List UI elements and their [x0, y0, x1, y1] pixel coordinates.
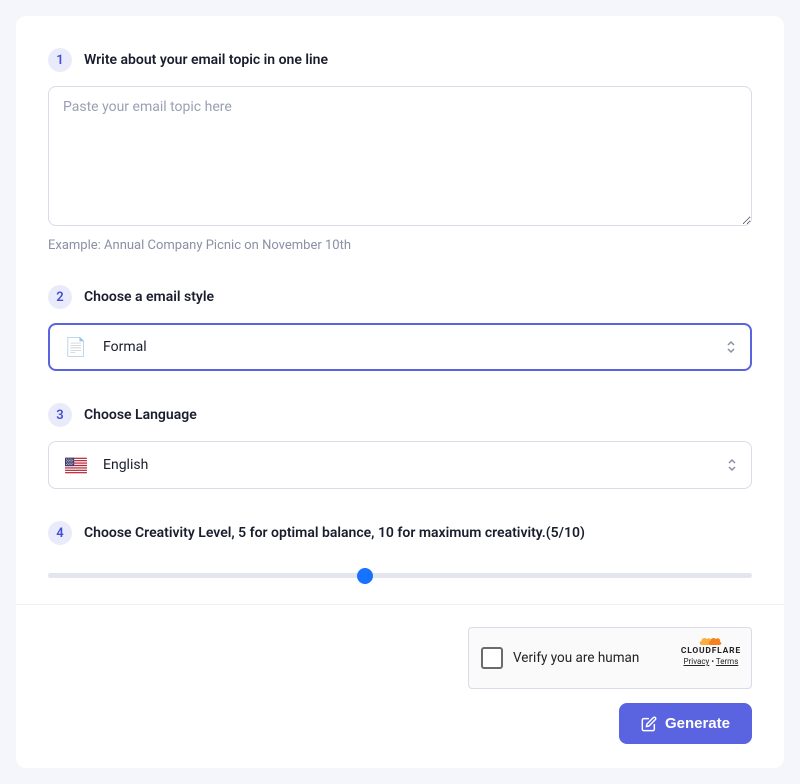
- language-select[interactable]: English: [48, 441, 752, 489]
- step-language: 3 Choose Language: [48, 403, 752, 489]
- captcha-links: Privacy • Terms: [681, 657, 741, 667]
- step-number-badge: 1: [48, 48, 72, 72]
- cloudflare-icon: [681, 636, 741, 645]
- chevron-up-down-icon: [727, 458, 737, 472]
- generate-button[interactable]: Generate: [619, 703, 752, 744]
- example-prefix: Example:: [48, 238, 104, 253]
- language-selected-value: English: [103, 457, 148, 473]
- form-card: 1 Write about your email topic in one li…: [16, 16, 784, 768]
- step-number-badge: 4: [48, 521, 72, 545]
- example-value: Annual Company Picnic on November 10th: [104, 238, 351, 253]
- cloudflare-name: CLOUDFLARE: [681, 646, 741, 656]
- form-footer: Verify you are human CLOUDFLARE Privacy …: [16, 604, 784, 768]
- step-number-badge: 3: [48, 403, 72, 427]
- chevron-up-down-icon: [726, 340, 736, 354]
- step-label: Write about your email topic in one line: [84, 52, 328, 68]
- email-style-select[interactable]: 📄 Formal: [48, 323, 752, 371]
- captcha-privacy-link[interactable]: Privacy: [683, 657, 709, 666]
- example-text: Example: Annual Company Picnic on Novemb…: [48, 238, 752, 253]
- step-number-badge: 2: [48, 285, 72, 309]
- edit-icon: [641, 716, 657, 732]
- slider-fill: [48, 573, 365, 578]
- step-label: Choose Language: [84, 407, 197, 423]
- generate-label: Generate: [665, 715, 730, 732]
- step-header: 4 Choose Creativity Level, 5 for optimal…: [48, 521, 752, 545]
- creativity-display: (5/10): [546, 525, 585, 541]
- captcha-text: Verify you are human: [513, 650, 639, 666]
- email-topic-input[interactable]: [48, 86, 752, 226]
- captcha-checkbox[interactable]: [481, 647, 503, 669]
- captcha-terms-link[interactable]: Terms: [716, 657, 738, 666]
- step-style: 2 Choose a email style 📄 Formal: [48, 285, 752, 371]
- step-creativity: 4 Choose Creativity Level, 5 for optimal…: [48, 521, 752, 584]
- creativity-slider[interactable]: [48, 559, 752, 584]
- step-header: 2 Choose a email style: [48, 285, 752, 309]
- step-header: 3 Choose Language: [48, 403, 752, 427]
- step-label: Choose a email style: [84, 289, 214, 305]
- captcha-brand: CLOUDFLARE Privacy • Terms: [681, 636, 741, 667]
- us-flag-icon: [65, 456, 87, 474]
- style-selected-value: Formal: [103, 339, 147, 355]
- page-facing-up-icon: 📄: [65, 338, 87, 356]
- step-label: Choose Creativity Level, 5 for optimal b…: [84, 525, 585, 541]
- step-topic: 1 Write about your email topic in one li…: [48, 48, 752, 253]
- captcha-widget: Verify you are human CLOUDFLARE Privacy …: [468, 627, 752, 689]
- slider-thumb[interactable]: [357, 568, 373, 584]
- creativity-label-prefix: Choose Creativity Level, 5 for optimal b…: [84, 525, 546, 541]
- step-header: 1 Write about your email topic in one li…: [48, 48, 752, 72]
- slider-track: [48, 573, 752, 578]
